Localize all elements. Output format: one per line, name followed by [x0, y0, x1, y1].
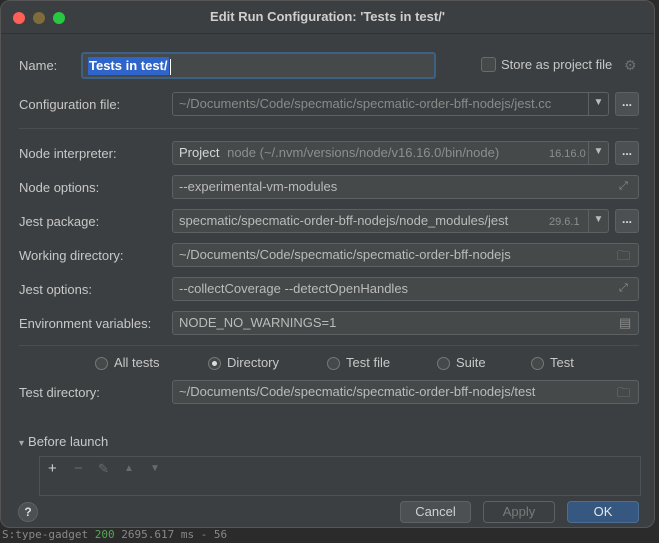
jest-options-input[interactable]: --collectCoverage --detectOpenHandles [172, 277, 639, 301]
configuration-file-combobox[interactable]: ~/Documents/Code/specmatic/specmatic-ord… [172, 92, 609, 116]
plus-icon[interactable]: + [48, 460, 57, 477]
arrow-up-icon[interactable]: ▲ [124, 463, 134, 474]
jest-package-browse-button[interactable]: ... [615, 209, 639, 233]
ok-button[interactable]: OK [567, 501, 639, 523]
configuration-file-value: ~/Documents/Code/specmatic/specmatic-ord… [179, 96, 552, 111]
radio-test-file[interactable]: Test file [327, 355, 390, 373]
minus-icon[interactable]: − [74, 460, 83, 477]
test-directory-input[interactable]: ~/Documents/Code/specmatic/specmatic-ord… [172, 380, 639, 404]
node-interpreter-label: Node interpreter: [19, 146, 117, 161]
before-launch-label: Before launch [28, 434, 109, 449]
section-divider [19, 345, 639, 346]
chevron-down-icon[interactable]: ▼ [588, 92, 608, 116]
run-configuration-dialog: Edit Run Configuration: 'Tests in test/'… [0, 0, 655, 528]
console-line-prefix: S:type-gadget [2, 528, 89, 541]
pencil-icon[interactable]: ✎ [98, 461, 109, 477]
gear-icon[interactable]: ⚙ [624, 57, 637, 74]
help-button[interactable]: ? [18, 502, 38, 522]
apply-button[interactable]: Apply [483, 501, 555, 523]
chevron-down-icon: ▾ [19, 438, 25, 449]
radio-suite[interactable]: Suite [437, 355, 486, 373]
node-options-value: --experimental-vm-modules [179, 179, 338, 194]
radio-button[interactable] [327, 357, 340, 371]
jest-package-combobox[interactable]: specmatic/specmatic-order-bff-nodejs/nod… [172, 209, 609, 233]
jest-options-value: --collectCoverage --detectOpenHandles [179, 281, 409, 296]
node-interpreter-browse-button[interactable]: ... [615, 141, 639, 165]
section-divider [19, 128, 639, 129]
chevron-down-icon[interactable]: ▼ [588, 209, 608, 233]
radio-all-tests-label: All tests [114, 355, 160, 370]
jest-package-label: Jest package: [19, 214, 100, 229]
title-bar: Edit Run Configuration: 'Tests in test/' [1, 1, 654, 34]
radio-test[interactable]: Test [531, 355, 574, 373]
node-version-label: 16.16.0 [549, 148, 586, 160]
dialog-title: Edit Run Configuration: 'Tests in test/' [210, 9, 445, 24]
radio-button[interactable] [437, 357, 450, 371]
expand-icon[interactable]: ⤢ [619, 180, 628, 193]
test-directory-value: ~/Documents/Code/specmatic/specmatic-ord… [179, 384, 536, 399]
radio-button[interactable] [95, 357, 108, 371]
store-as-project-file-checkbox[interactable] [481, 57, 496, 72]
radio-suite-label: Suite [456, 355, 486, 370]
radio-button[interactable] [531, 357, 544, 371]
cancel-button[interactable]: Cancel [400, 501, 471, 523]
jest-package-value: specmatic/specmatic-order-bff-nodejs/nod… [179, 213, 509, 228]
configuration-file-browse-button[interactable]: ... [615, 92, 639, 116]
environment-variables-input[interactable]: NODE_NO_WARNINGS=1 [172, 311, 639, 335]
console-line-rest: 2695.617 ms - 56 [121, 528, 228, 541]
radio-button-selected[interactable] [208, 357, 221, 371]
folder-icon[interactable]: 🗀 [617, 384, 630, 406]
node-interpreter-path: node (~/.nvm/versions/node/v16.16.0/bin/… [227, 145, 500, 160]
expand-icon[interactable]: ⤢ [619, 282, 628, 295]
folder-icon[interactable]: 🗀 [617, 247, 630, 269]
document-icon[interactable]: ▤ [619, 315, 631, 331]
name-input[interactable]: Tests in test/ [81, 52, 436, 79]
node-interpreter-kind: Project [179, 145, 220, 160]
store-as-project-file-label[interactable]: Store as project file [501, 57, 612, 72]
background-console-output: S:type-gadget 200 2695.617 ms - 56 [0, 526, 659, 543]
jest-version-label: 29.6.1 [549, 216, 580, 228]
test-directory-label: Test directory: [19, 385, 100, 400]
radio-directory-label: Directory [227, 355, 280, 370]
environment-variables-label: Environment variables: [19, 316, 152, 331]
name-label: Name: [19, 58, 58, 73]
working-directory-label: Working directory: [19, 248, 124, 263]
radio-test-label: Test [550, 355, 574, 370]
radio-test-file-label: Test file [346, 355, 391, 370]
chevron-down-icon[interactable]: ▼ [588, 141, 608, 165]
environment-variables-value: NODE_NO_WARNINGS=1 [179, 315, 337, 330]
text-caret [169, 58, 171, 75]
node-options-label: Node options: [19, 180, 100, 195]
name-input-value: Tests in test/ [88, 57, 169, 75]
node-options-input[interactable]: --experimental-vm-modules [172, 175, 639, 199]
configuration-file-label: Configuration file: [19, 97, 121, 112]
before-launch-toggle[interactable]: ▾ Before launch [19, 434, 108, 449]
jest-options-label: Jest options: [19, 282, 92, 297]
node-interpreter-combobox[interactable]: Project node (~/.nvm/versions/node/v16.1… [172, 141, 609, 165]
radio-directory[interactable]: Directory [208, 355, 279, 373]
arrow-down-icon[interactable]: ▼ [150, 463, 160, 474]
working-directory-input[interactable]: ~/Documents/Code/specmatic/specmatic-ord… [172, 243, 639, 267]
console-status-code: 200 [94, 528, 115, 541]
before-launch-panel: + − ✎ ▲ ▼ [39, 456, 641, 496]
radio-all-tests[interactable]: All tests [95, 355, 160, 373]
working-directory-value: ~/Documents/Code/specmatic/specmatic-ord… [179, 247, 511, 262]
